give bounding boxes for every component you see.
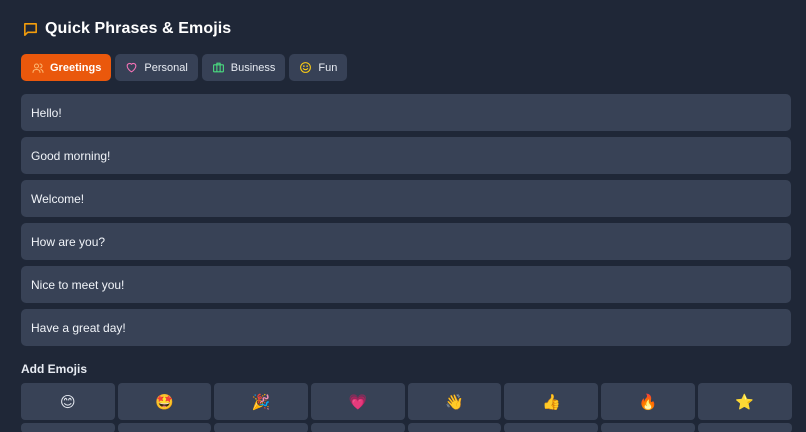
emoji-button-smiling-face[interactable]: 😊	[21, 383, 115, 420]
panel-header: Quick Phrases & Emojis	[21, 15, 791, 43]
emoji-button-row2[interactable]	[21, 423, 115, 432]
emoji-button-row2[interactable]	[601, 423, 695, 432]
emoji-button-row2[interactable]	[311, 423, 405, 432]
tab-greetings[interactable]: Greetings	[21, 54, 112, 81]
smile-icon	[299, 61, 312, 74]
emoji-button-row2[interactable]	[214, 423, 309, 432]
emoji-button-row2[interactable]	[504, 423, 599, 432]
briefcase-icon	[212, 61, 225, 74]
tab-fun[interactable]: Fun	[289, 54, 348, 81]
emoji-button-thumbs-up[interactable]: 👍	[504, 383, 599, 420]
emoji-button-row2[interactable]	[697, 423, 792, 432]
emoji-button-fire[interactable]: 🔥	[601, 383, 695, 420]
tab-label: Personal	[144, 61, 188, 74]
tab-personal[interactable]: Personal	[115, 54, 198, 81]
phrase-item[interactable]: Nice to meet you!	[21, 266, 791, 303]
category-tabs: Greetings Personal Business Fun	[21, 54, 791, 81]
quick-phrases-panel: Quick Phrases & Emojis Greetings Persona…	[0, 15, 806, 432]
emoji-button-star[interactable]: ⭐	[697, 383, 792, 420]
phrase-item[interactable]: Have a great day!	[21, 309, 791, 346]
emoji-grid: 😊 🤩 🎉 💗 👋 👍 🔥 ⭐	[21, 383, 792, 432]
emoji-button-row2[interactable]	[117, 423, 212, 432]
emoji-button-star-struck[interactable]: 🤩	[117, 383, 212, 420]
phrase-item[interactable]: How are you?	[21, 223, 791, 260]
phrase-list: Hello! Good morning! Welcome! How are yo…	[21, 94, 791, 346]
emoji-button-waving-hand[interactable]: 👋	[407, 383, 502, 420]
phrase-item[interactable]: Welcome!	[21, 180, 791, 217]
emoji-button-row2[interactable]	[407, 423, 502, 432]
page-title: Quick Phrases & Emojis	[45, 20, 232, 37]
phrase-item[interactable]: Good morning!	[21, 137, 791, 174]
phrase-item[interactable]: Hello!	[21, 94, 791, 131]
tab-label: Greetings	[50, 61, 102, 74]
tab-business[interactable]: Business	[201, 54, 286, 81]
chat-bubble-icon	[21, 20, 39, 38]
tab-label: Business	[230, 61, 276, 74]
emoji-button-party-popper[interactable]: 🎉	[214, 383, 309, 420]
emoji-button-heart[interactable]: 💗	[311, 383, 405, 420]
tab-label: Fun	[318, 61, 338, 74]
users-icon	[31, 61, 44, 74]
emoji-section-label: Add Emojis	[21, 362, 88, 376]
heart-icon	[125, 61, 138, 74]
